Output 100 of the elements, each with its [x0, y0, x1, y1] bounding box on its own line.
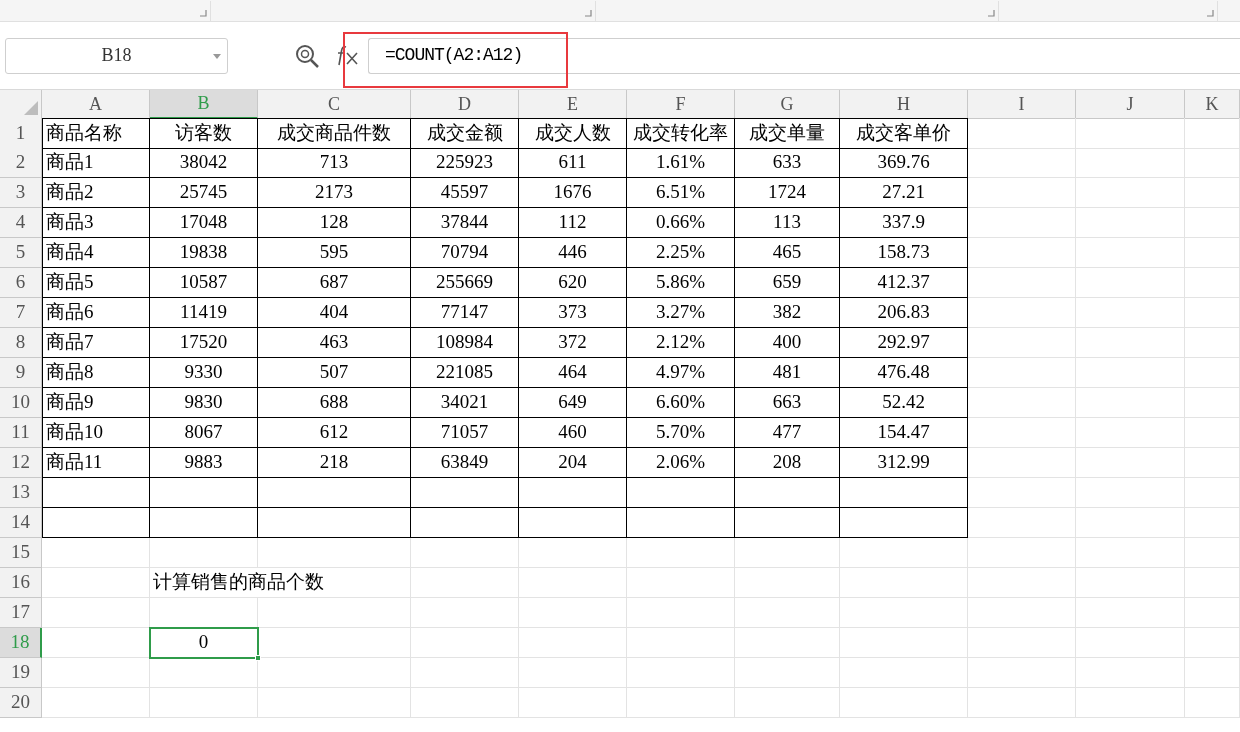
table-cell[interactable]: 商品1	[42, 148, 150, 178]
table-cell[interactable]: 218	[258, 448, 411, 478]
table-cell[interactable]: 27.21	[840, 178, 968, 208]
table-cell[interactable]: 463	[258, 328, 411, 358]
table-cell[interactable]	[411, 478, 519, 508]
row-header[interactable]: 1	[0, 118, 42, 149]
table-cell[interactable]: 5.86%	[627, 268, 735, 298]
table-cell[interactable]: 9330	[150, 358, 258, 388]
table-cell[interactable]: 商品10	[42, 418, 150, 448]
row-header[interactable]: 19	[0, 658, 42, 688]
table-cell[interactable]: 5.70%	[627, 418, 735, 448]
table-cell[interactable]: 154.47	[840, 418, 968, 448]
table-cell[interactable]: 255669	[411, 268, 519, 298]
table-cell[interactable]: 商品3	[42, 208, 150, 238]
table-cell[interactable]: 464	[519, 358, 627, 388]
table-cell[interactable]: 112	[519, 208, 627, 238]
table-cell[interactable]	[411, 508, 519, 538]
table-cell[interactable]	[519, 478, 627, 508]
table-cell[interactable]	[735, 508, 840, 538]
table-cell[interactable]: 计算销售的商品个数	[150, 568, 411, 598]
table-cell[interactable]: 208	[735, 448, 840, 478]
table-cell[interactable]	[258, 478, 411, 508]
table-cell[interactable]: 商品11	[42, 448, 150, 478]
table-cell[interactable]: 1724	[735, 178, 840, 208]
name-box[interactable]: B18	[5, 37, 228, 74]
table-cell[interactable]: 37844	[411, 208, 519, 238]
row-header[interactable]: 17	[0, 598, 42, 628]
row-header[interactable]: 3	[0, 178, 42, 208]
table-cell[interactable]: 17520	[150, 328, 258, 358]
table-cell[interactable]: 成交人数	[519, 118, 627, 149]
table-cell[interactable]: 412.37	[840, 268, 968, 298]
table-cell[interactable]: 商品名称	[42, 118, 150, 149]
table-cell[interactable]: 商品4	[42, 238, 150, 268]
row-header[interactable]: 10	[0, 388, 42, 418]
table-cell[interactable]: 45597	[411, 178, 519, 208]
table-cell[interactable]: 17048	[150, 208, 258, 238]
row-header[interactable]: 4	[0, 208, 42, 238]
table-cell[interactable]: 1676	[519, 178, 627, 208]
dialog-launcher-icon[interactable]	[584, 9, 592, 17]
table-cell[interactable]: 52.42	[840, 388, 968, 418]
row-header[interactable]: 7	[0, 298, 42, 328]
table-cell[interactable]	[42, 478, 150, 508]
row-header[interactable]: 5	[0, 238, 42, 268]
row-header[interactable]: 12	[0, 448, 42, 478]
table-cell[interactable]: 688	[258, 388, 411, 418]
table-cell[interactable]: 477	[735, 418, 840, 448]
table-cell[interactable]: 292.97	[840, 328, 968, 358]
fill-handle[interactable]	[255, 655, 261, 661]
table-cell[interactable]: 8067	[150, 418, 258, 448]
row-header[interactable]: 8	[0, 328, 42, 358]
table-cell[interactable]: 2.12%	[627, 328, 735, 358]
column-header[interactable]: K	[1185, 90, 1240, 119]
table-cell[interactable]: 481	[735, 358, 840, 388]
table-cell[interactable]: 465	[735, 238, 840, 268]
table-cell[interactable]: 9883	[150, 448, 258, 478]
table-cell[interactable]: 612	[258, 418, 411, 448]
formula-field[interactable]: =COUNT(A2:A12)	[368, 37, 1240, 74]
table-cell[interactable]: 446	[519, 238, 627, 268]
table-cell[interactable]: 620	[519, 268, 627, 298]
table-cell[interactable]: 63849	[411, 448, 519, 478]
column-header[interactable]: I	[968, 90, 1076, 119]
column-header[interactable]: G	[735, 90, 840, 119]
column-header[interactable]: J	[1076, 90, 1185, 119]
table-cell[interactable]: 400	[735, 328, 840, 358]
table-cell[interactable]: 663	[735, 388, 840, 418]
table-cell[interactable]: 158.73	[840, 238, 968, 268]
row-header[interactable]: 15	[0, 538, 42, 568]
table-cell[interactable]: 19838	[150, 238, 258, 268]
table-cell[interactable]	[150, 508, 258, 538]
table-cell[interactable]: 108984	[411, 328, 519, 358]
table-cell[interactable]: 商品7	[42, 328, 150, 358]
table-cell[interactable]: 2173	[258, 178, 411, 208]
row-header[interactable]: 14	[0, 508, 42, 538]
table-cell[interactable]: 225923	[411, 148, 519, 178]
column-header[interactable]: F	[627, 90, 735, 119]
table-cell[interactable]: 商品5	[42, 268, 150, 298]
table-cell[interactable]: 713	[258, 148, 411, 178]
table-cell[interactable]: 113	[735, 208, 840, 238]
table-cell[interactable]: 70794	[411, 238, 519, 268]
table-cell[interactable]: 404	[258, 298, 411, 328]
table-cell[interactable]: 71057	[411, 418, 519, 448]
table-cell[interactable]: 649	[519, 388, 627, 418]
row-header[interactable]: 16	[0, 568, 42, 598]
table-cell[interactable]: 商品8	[42, 358, 150, 388]
row-header[interactable]: 9	[0, 358, 42, 388]
table-cell[interactable]: 34021	[411, 388, 519, 418]
table-cell[interactable]: 2.25%	[627, 238, 735, 268]
table-cell[interactable]: 11419	[150, 298, 258, 328]
table-cell[interactable]: 9830	[150, 388, 258, 418]
column-header[interactable]: C	[258, 90, 411, 119]
caret-icon[interactable]	[213, 53, 221, 59]
table-cell[interactable]: 507	[258, 358, 411, 388]
table-cell[interactable]: 476.48	[840, 358, 968, 388]
table-cell[interactable]: 4.97%	[627, 358, 735, 388]
table-cell[interactable]: 460	[519, 418, 627, 448]
table-cell[interactable]: 成交金额	[411, 118, 519, 149]
table-cell[interactable]: 373	[519, 298, 627, 328]
function-icon[interactable]	[336, 44, 360, 67]
row-header[interactable]: 6	[0, 268, 42, 298]
table-cell[interactable]: 25745	[150, 178, 258, 208]
